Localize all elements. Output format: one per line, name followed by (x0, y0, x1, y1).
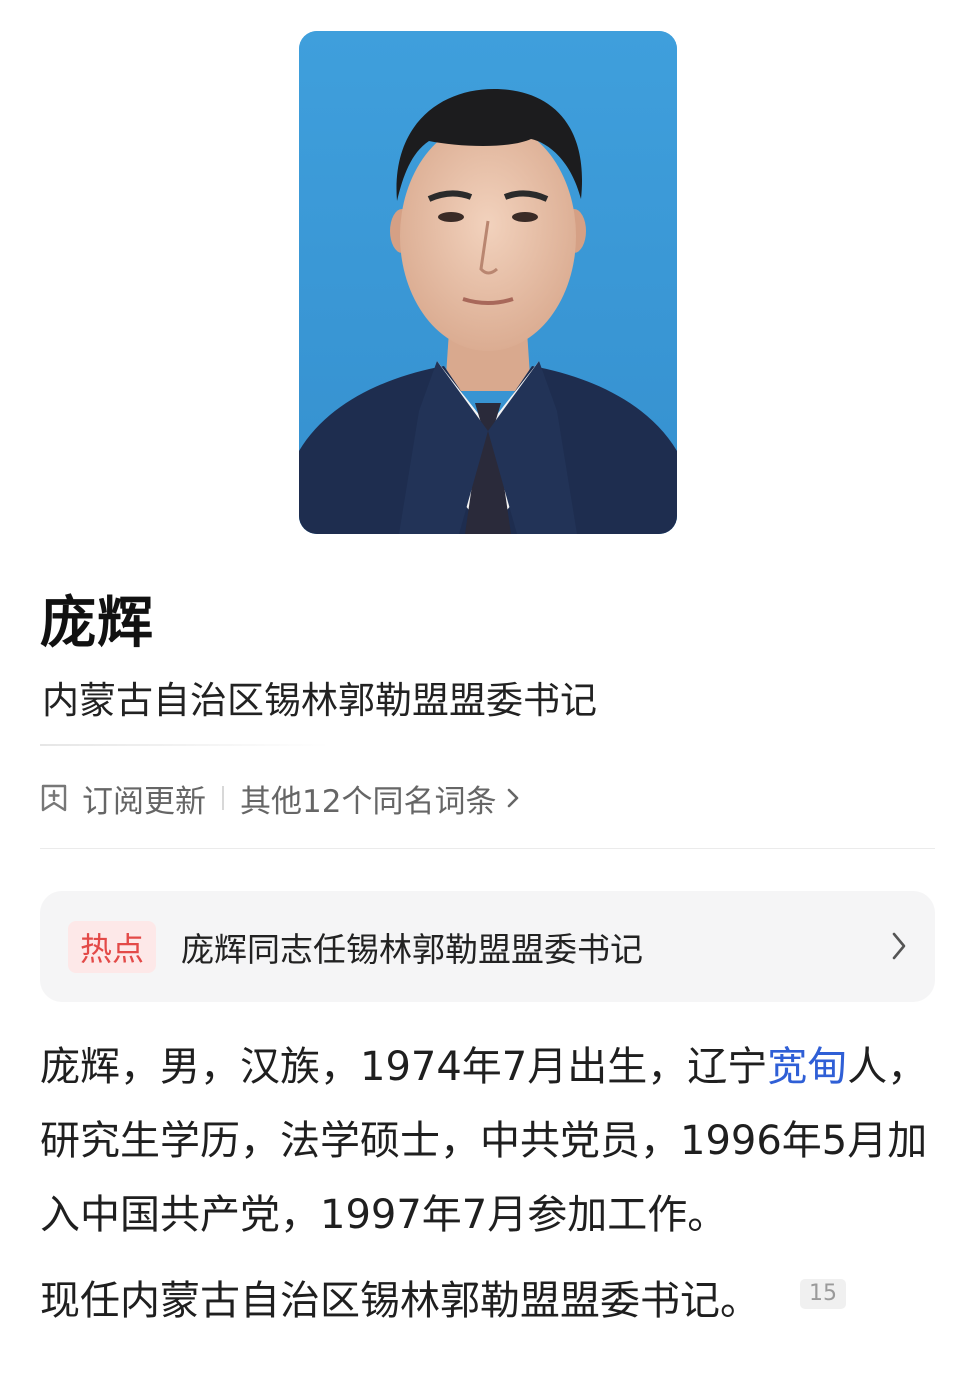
same-name-entries-link[interactable]: 其他12个同名词条 (240, 776, 520, 821)
subscribe-button[interactable]: 订阅更新 (40, 776, 206, 821)
hot-news-text: 庞辉同志任锡林郭勒盟盟委书记 (181, 929, 643, 969)
current-position-paragraph: 现任内蒙古自治区锡林郭勒盟盟委书记。 15 (40, 1264, 940, 1338)
current-position-text: 现任内蒙古自治区锡林郭勒盟盟委书记。 (40, 1278, 760, 1324)
summary-paragraph: 庞辉，男，汉族，1974年7月出生，辽宁宽甸人，研究生学历，法学硕士，中共党员，… (40, 1030, 940, 1252)
chevron-right-icon (508, 788, 519, 808)
same-name-label: 其他12个同名词条 (240, 783, 497, 820)
subscribe-label: 订阅更新 (82, 783, 206, 820)
hot-news-card[interactable]: 热点 庞辉同志任锡林郭勒盟盟委书记 (40, 891, 935, 1002)
action-separator (222, 786, 224, 810)
entry-actions: 订阅更新 其他12个同名词条 (40, 774, 520, 822)
subscribe-icon (41, 784, 67, 812)
summary-text: 庞辉，男，汉族，1974年7月出生，辽宁 (40, 1044, 768, 1090)
title-divider (40, 744, 330, 746)
person-portrait[interactable] (299, 31, 677, 534)
birthplace-link[interactable]: 宽甸 (767, 1044, 847, 1090)
entry-subtitle: 内蒙古自治区锡林郭勒盟盟委书记 (42, 679, 597, 722)
reference-badge[interactable]: 15 (800, 1279, 846, 1309)
section-divider (40, 848, 935, 849)
portrait-image (299, 31, 677, 534)
entry-title: 庞辉 (40, 591, 154, 656)
hot-badge: 热点 (68, 920, 156, 973)
entry-summary: 庞辉，男，汉族，1974年7月出生，辽宁宽甸人，研究生学历，法学硕士，中共党员，… (40, 1030, 940, 1338)
baike-entry-page: 庞辉 内蒙古自治区锡林郭勒盟盟委书记 订阅更新 其他12个同名词条 热点 庞辉同… (0, 0, 974, 1379)
chevron-right-icon (892, 932, 906, 960)
